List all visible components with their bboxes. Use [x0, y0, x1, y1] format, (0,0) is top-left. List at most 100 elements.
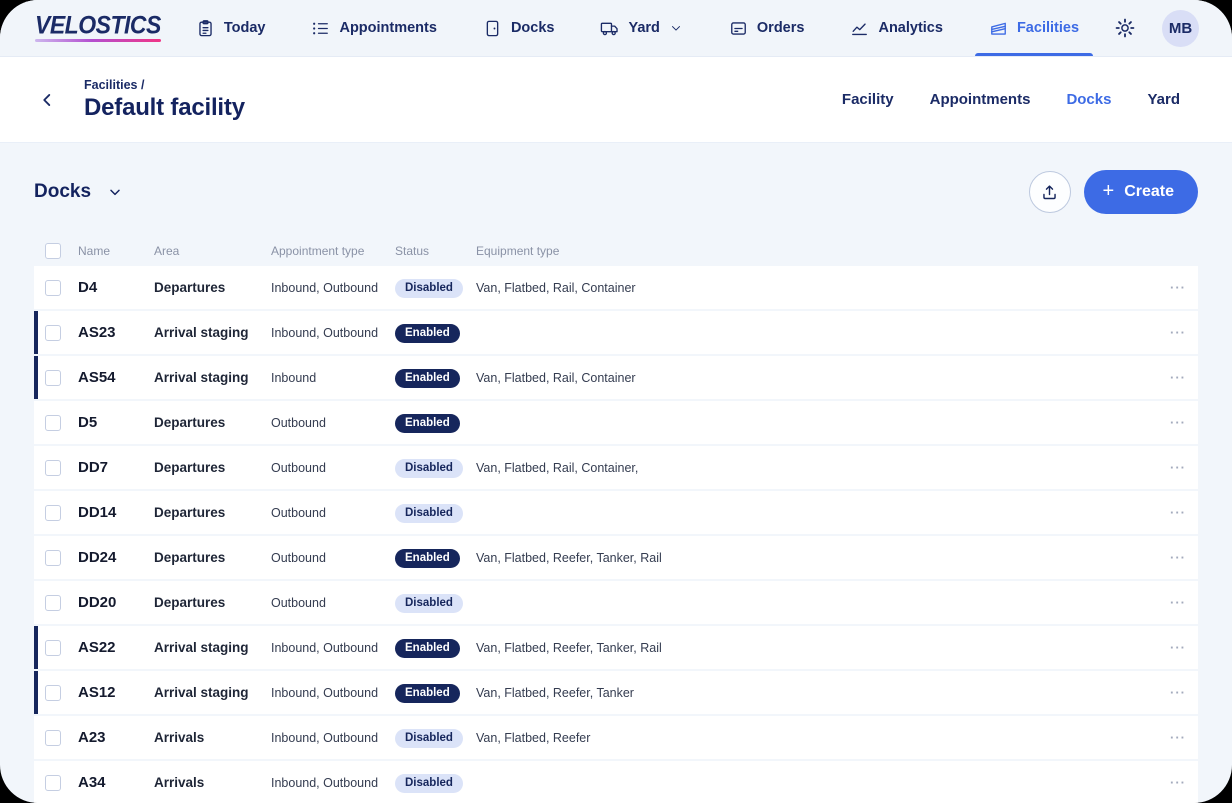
dock-name: D4 — [78, 279, 154, 296]
nav-item-label: Today — [224, 20, 266, 36]
nav-item-yard[interactable]: Yard — [600, 0, 682, 56]
dock-name: DD14 — [78, 504, 154, 521]
export-button[interactable] — [1029, 171, 1071, 213]
table-row[interactable]: A34 Arrivals Inbound, Outbound Disabled … — [34, 761, 1198, 803]
dock-equipment-type: Van, Flatbed, Rail, Container, — [476, 461, 1150, 475]
dock-area: Arrivals — [154, 775, 271, 790]
status-badge: Enabled — [395, 414, 460, 433]
dock-door-icon — [483, 19, 502, 38]
velostics-logo[interactable]: VELOSTICS — [35, 14, 161, 42]
table-row[interactable]: AS23 Arrival staging Inbound, Outbound E… — [34, 311, 1198, 354]
dock-appointment-type: Inbound — [271, 371, 395, 385]
top-navigation: VELOSTICS Today Appointments Docks Yard — [0, 0, 1232, 57]
chevron-down-icon — [107, 184, 123, 200]
dock-appointment-type: Outbound — [271, 461, 395, 475]
row-menu-button[interactable]: ··· — [1150, 370, 1198, 385]
tab-appointments[interactable]: Appointments — [930, 91, 1031, 108]
select-all-checkbox[interactable] — [45, 243, 61, 259]
row-checkbox[interactable] — [45, 280, 61, 296]
row-checkbox[interactable] — [45, 640, 61, 656]
status-badge: Disabled — [395, 459, 463, 478]
nav-item-docks[interactable]: Docks — [483, 0, 555, 56]
dock-appointment-type: Outbound — [271, 416, 395, 430]
dock-area: Arrival staging — [154, 370, 271, 385]
row-checkbox[interactable] — [45, 370, 61, 386]
table-row[interactable]: DD24 Departures Outbound Enabled Van, Fl… — [34, 536, 1198, 579]
row-checkbox[interactable] — [45, 415, 61, 431]
row-checkbox[interactable] — [45, 505, 61, 521]
row-menu-button[interactable]: ··· — [1150, 730, 1198, 745]
table-row[interactable]: DD20 Departures Outbound Disabled ··· — [34, 581, 1198, 624]
row-menu-button[interactable]: ··· — [1150, 640, 1198, 655]
nav-item-label: Docks — [511, 20, 555, 36]
row-checkbox[interactable] — [45, 775, 61, 791]
dock-area: Arrival staging — [154, 685, 271, 700]
tab-docks[interactable]: Docks — [1066, 91, 1111, 108]
table-row[interactable]: D5 Departures Outbound Enabled ··· — [34, 401, 1198, 444]
table-row[interactable]: D4 Departures Inbound, Outbound Disabled… — [34, 266, 1198, 309]
docks-view-selector[interactable]: Docks — [34, 181, 123, 203]
row-menu-button[interactable]: ··· — [1150, 505, 1198, 520]
toolbar: Docks + Create — [34, 170, 1198, 214]
row-checkbox[interactable] — [45, 595, 61, 611]
status-badge: Disabled — [395, 279, 463, 298]
upload-icon — [1040, 183, 1059, 202]
dock-name: AS12 — [78, 684, 154, 701]
create-button[interactable]: + Create — [1084, 170, 1199, 214]
table-row[interactable]: DD7 Departures Outbound Disabled Van, Fl… — [34, 446, 1198, 489]
status-badge: Enabled — [395, 369, 460, 388]
nav-item-today[interactable]: Today — [196, 0, 266, 56]
row-checkbox[interactable] — [45, 325, 61, 341]
user-avatar[interactable]: MB — [1162, 10, 1199, 47]
row-menu-button[interactable]: ··· — [1150, 460, 1198, 475]
row-checkbox[interactable] — [45, 730, 61, 746]
table-row[interactable]: AS22 Arrival staging Inbound, Outbound E… — [34, 626, 1198, 669]
table-row[interactable]: A23 Arrivals Inbound, Outbound Disabled … — [34, 716, 1198, 759]
row-checkbox[interactable] — [45, 685, 61, 701]
row-checkbox[interactable] — [45, 550, 61, 566]
nav-item-label: Orders — [757, 20, 805, 36]
section-title: Docks — [34, 181, 91, 203]
dock-name: DD24 — [78, 549, 154, 566]
row-menu-button[interactable]: ··· — [1150, 595, 1198, 610]
table-row[interactable]: DD14 Departures Outbound Disabled ··· — [34, 491, 1198, 534]
avatar-initials: MB — [1169, 20, 1192, 37]
nav-item-analytics[interactable]: Analytics — [850, 0, 942, 56]
orders-box-icon — [729, 19, 748, 38]
table-row[interactable]: AS54 Arrival staging Inbound Enabled Van… — [34, 356, 1198, 399]
row-menu-button[interactable]: ··· — [1150, 550, 1198, 565]
dock-equipment-type: Van, Flatbed, Rail, Container — [476, 371, 1150, 385]
chevron-down-icon — [669, 21, 683, 35]
list-icon — [311, 19, 330, 38]
row-menu-button[interactable]: ··· — [1150, 280, 1198, 295]
status-badge: Enabled — [395, 549, 460, 568]
logo-text: VELOSTICS — [35, 13, 161, 38]
dock-appointment-type: Inbound, Outbound — [271, 686, 395, 700]
nav-item-orders[interactable]: Orders — [729, 0, 805, 56]
row-menu-button[interactable]: ··· — [1150, 775, 1198, 790]
row-checkbox[interactable] — [45, 460, 61, 476]
nav-item-appointments[interactable]: Appointments — [311, 0, 436, 56]
row-menu-button[interactable]: ··· — [1150, 685, 1198, 700]
table-header-row: Name Area Appointment type Status Equipm… — [34, 235, 1198, 266]
settings-gear-icon[interactable] — [1114, 17, 1136, 39]
nav-item-facilities[interactable]: Facilities — [989, 0, 1079, 56]
breadcrumb[interactable]: Facilities / — [84, 78, 245, 92]
dock-appointment-type: Inbound, Outbound — [271, 281, 395, 295]
tab-facility[interactable]: Facility — [842, 91, 894, 108]
row-menu-button[interactable]: ··· — [1150, 415, 1198, 430]
dock-area: Arrival staging — [154, 325, 271, 340]
dock-area: Departures — [154, 415, 271, 430]
dock-equipment-type: Van, Flatbed, Reefer, Tanker — [476, 686, 1150, 700]
app-window: VELOSTICS Today Appointments Docks Yard — [0, 0, 1232, 803]
dock-equipment-type: Van, Flatbed, Reefer — [476, 731, 1150, 745]
back-button[interactable] — [36, 89, 58, 111]
column-header-status: Status — [395, 244, 476, 258]
dock-appointment-type: Inbound, Outbound — [271, 641, 395, 655]
tab-yard[interactable]: Yard — [1147, 91, 1180, 108]
dock-area: Departures — [154, 460, 271, 475]
row-menu-button[interactable]: ··· — [1150, 325, 1198, 340]
table-row[interactable]: AS12 Arrival staging Inbound, Outbound E… — [34, 671, 1198, 714]
dock-appointment-type: Inbound, Outbound — [271, 776, 395, 790]
create-button-label: Create — [1124, 183, 1174, 201]
